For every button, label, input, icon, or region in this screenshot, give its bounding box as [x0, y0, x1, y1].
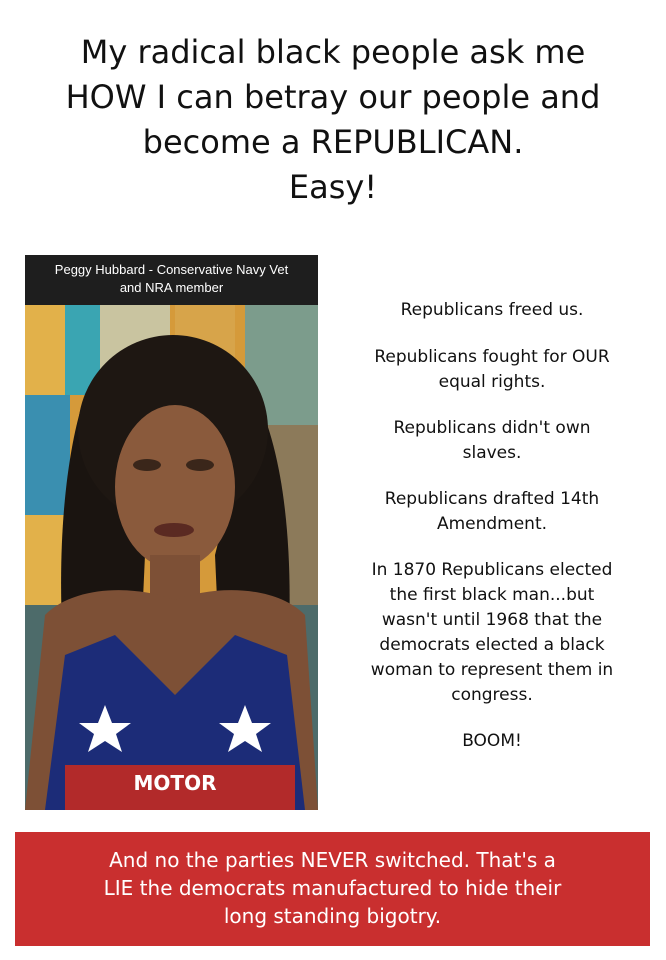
- point-line: woman to represent them in: [370, 660, 614, 680]
- banner-line: And no the parties NEVER switched. That'…: [109, 848, 556, 872]
- point-line: Republicans fought for OUR: [374, 347, 610, 367]
- headline: My radical black people ask me HOW I can…: [20, 30, 646, 210]
- point-line: Republicans didn't own: [393, 418, 591, 438]
- portrait-illustration: MOTOR: [25, 255, 318, 810]
- portrait-photo: Peggy Hubbard - Conservative Navy Vet an…: [25, 255, 318, 810]
- headline-line: My radical black people ask me: [80, 33, 586, 71]
- banner-line: long standing bigotry.: [223, 904, 442, 928]
- bottom-banner: And no the parties NEVER switched. That'…: [15, 832, 650, 946]
- point-item: Republicans didn't own slaves.: [333, 416, 651, 466]
- points-list: Republicans freed us. Republicans fought…: [333, 298, 651, 754]
- point-item: BOOM!: [333, 729, 651, 754]
- point-item: Republicans fought for OUR equal rights.: [333, 345, 651, 395]
- point-item: Republicans freed us.: [333, 298, 651, 323]
- photo-caption-line: and NRA member: [119, 280, 224, 295]
- headline-line: Easy!: [288, 168, 378, 206]
- point-line: equal rights.: [438, 372, 546, 392]
- point-line: BOOM!: [462, 731, 522, 751]
- point-line: democrats elected a black: [379, 635, 605, 655]
- point-line: Republicans freed us.: [400, 300, 584, 320]
- point-item: Republicans drafted 14th Amendment.: [333, 487, 651, 537]
- point-line: the first black man...but: [389, 585, 595, 605]
- point-line: wasn't until 1968 that the: [381, 610, 603, 630]
- point-line: Republicans drafted 14th: [384, 489, 600, 509]
- headline-line: become a REPUBLICAN.: [142, 123, 524, 161]
- point-item: In 1870 Republicans elected the first bl…: [333, 558, 651, 708]
- shirt-text: MOTOR: [134, 771, 217, 795]
- banner-line: LIE the democrats manufactured to hide t…: [103, 876, 562, 900]
- point-line: congress.: [451, 685, 533, 705]
- photo-caption-line: Peggy Hubbard - Conservative Navy Vet: [54, 262, 289, 277]
- point-line: slaves.: [462, 443, 522, 463]
- photo-caption: Peggy Hubbard - Conservative Navy Vet an…: [25, 255, 318, 305]
- point-line: In 1870 Republicans elected: [371, 560, 613, 580]
- point-line: Amendment.: [436, 514, 548, 534]
- headline-line: HOW I can betray our people and: [65, 78, 601, 116]
